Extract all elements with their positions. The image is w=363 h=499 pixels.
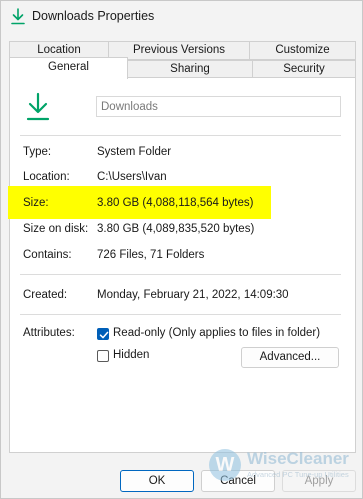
readonly-checkbox[interactable]	[97, 328, 109, 340]
size-label: Size:	[23, 197, 49, 209]
watermark-tagline: Advanced PC Tune-up Utilities	[247, 470, 349, 479]
wisecleaner-logo: W	[209, 449, 241, 481]
download-arrow-icon	[11, 8, 25, 25]
wisecleaner-watermark: W WiseCleaner Advanced PC Tune-up Utilit…	[209, 445, 361, 495]
attributes-label: Attributes:	[23, 327, 75, 339]
download-arrow-icon	[26, 92, 50, 121]
separator	[20, 274, 341, 275]
size-on-disk-label: Size on disk:	[23, 223, 89, 235]
hidden-label[interactable]: Hidden	[113, 349, 149, 361]
readonly-label[interactable]: Read-only (Only applies to files in fold…	[113, 327, 320, 339]
hidden-checkbox[interactable]	[97, 350, 109, 362]
size-on-disk-value: 3.80 GB (4,089,835,520 bytes)	[97, 223, 255, 235]
advanced-button[interactable]: Advanced...	[241, 347, 339, 368]
tab-previous-versions[interactable]: Previous Versions	[108, 41, 250, 60]
location-value: C:\Users\Ivan	[97, 171, 167, 183]
type-label: Type:	[23, 146, 52, 158]
checkmark-icon	[99, 331, 109, 339]
contains-value: 726 Files, 71 Folders	[97, 249, 205, 261]
separator	[20, 135, 341, 136]
title-bar[interactable]: Downloads Properties	[1, 1, 363, 33]
properties-dialog: Downloads Properties Location Previous V…	[0, 0, 363, 499]
size-value: 3.80 GB (4,088,118,564 bytes)	[97, 197, 254, 209]
contains-label: Contains:	[23, 249, 72, 261]
ok-button[interactable]: OK	[120, 470, 194, 492]
tab-general[interactable]: General	[9, 57, 128, 79]
window-title: Downloads Properties	[32, 9, 155, 23]
watermark-name: WiseCleaner	[247, 449, 349, 468]
folder-name-field[interactable]	[96, 96, 341, 117]
created-label: Created:	[23, 289, 68, 301]
created-value: Monday, February 21, 2022, 14:09:30	[97, 289, 289, 301]
type-value: System Folder	[97, 146, 172, 158]
separator	[20, 314, 341, 315]
location-label: Location:	[23, 171, 70, 183]
tab-customize[interactable]: Customize	[249, 41, 356, 60]
general-tab-panel	[9, 77, 356, 453]
